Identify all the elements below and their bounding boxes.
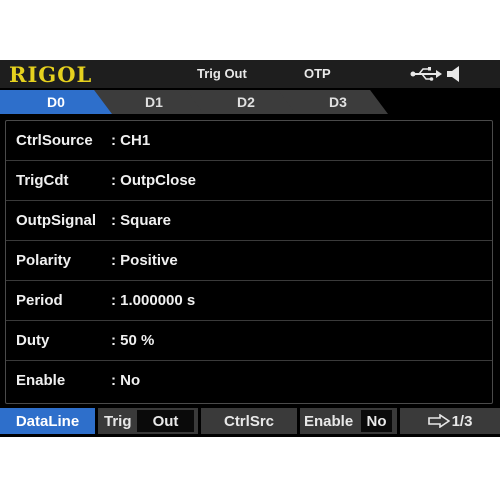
enable-button[interactable]: Enable No — [300, 408, 397, 434]
page-indicator: 1/3 — [451, 413, 473, 430]
channel-tabs: D0 D1 D2 D3 — [0, 90, 500, 114]
speaker-icon — [447, 66, 459, 82]
param-value: : Positive — [111, 252, 178, 269]
param-row-duty[interactable]: Duty : 50 % — [6, 321, 492, 361]
trig-button[interactable]: Trig Out — [98, 408, 198, 434]
param-value: : No — [111, 372, 141, 389]
arrow-right-icon — [427, 413, 450, 428]
param-row-ctrlsource[interactable]: CtrlSource : CH1 — [6, 121, 492, 161]
param-row-trigcdt[interactable]: TrigCdt : OutpClose — [6, 161, 492, 201]
enable-label: Enable — [304, 413, 354, 430]
param-row-enable[interactable]: Enable : No — [6, 361, 492, 400]
param-row-polarity[interactable]: Polarity : Positive — [6, 241, 492, 281]
param-value: : 1.000000 s — [111, 292, 196, 309]
param-value: : 50 % — [111, 332, 155, 349]
softkey-menu: DataLine Trig Out CtrlSrc Enable No 1/3 — [0, 408, 500, 434]
enable-value: No — [361, 410, 392, 432]
ctrlsrc-button[interactable]: CtrlSrc — [201, 408, 297, 434]
tab-d0[interactable]: D0 — [0, 90, 112, 114]
param-label: Enable — [16, 372, 66, 389]
title-bar: RIGOL Trig Out OTP — [0, 60, 500, 88]
trig-value: Out — [137, 410, 194, 432]
param-label: TrigCdt — [16, 172, 69, 189]
param-label: Duty — [16, 332, 50, 349]
brand-logo: RIGOL — [9, 62, 93, 87]
dataline-button[interactable]: DataLine — [0, 408, 95, 434]
param-value: : Square — [111, 212, 172, 229]
param-row-outpsignal[interactable]: OutpSignal : Square — [6, 201, 492, 241]
next-page-button[interactable]: 1/3 — [400, 408, 500, 434]
instrument-screen: RIGOL Trig Out OTP D0 D1 D2 D3 CtrlSourc… — [0, 60, 500, 437]
param-row-period[interactable]: Period : 1.000000 s — [6, 281, 492, 321]
param-value: : CH1 — [111, 132, 151, 149]
trig-out-status: Trig Out — [197, 66, 247, 81]
param-label: CtrlSource — [16, 132, 93, 149]
trig-label: Trig — [104, 413, 132, 430]
param-value: : OutpClose — [111, 172, 196, 189]
param-label: OutpSignal — [16, 212, 96, 229]
parameter-panel: CtrlSource : CH1 TrigCdt : OutpClose Out… — [5, 120, 493, 404]
otp-status: OTP — [304, 66, 331, 81]
param-label: Polarity — [16, 252, 72, 269]
usb-icon — [410, 67, 442, 81]
param-label: Period — [16, 292, 63, 309]
